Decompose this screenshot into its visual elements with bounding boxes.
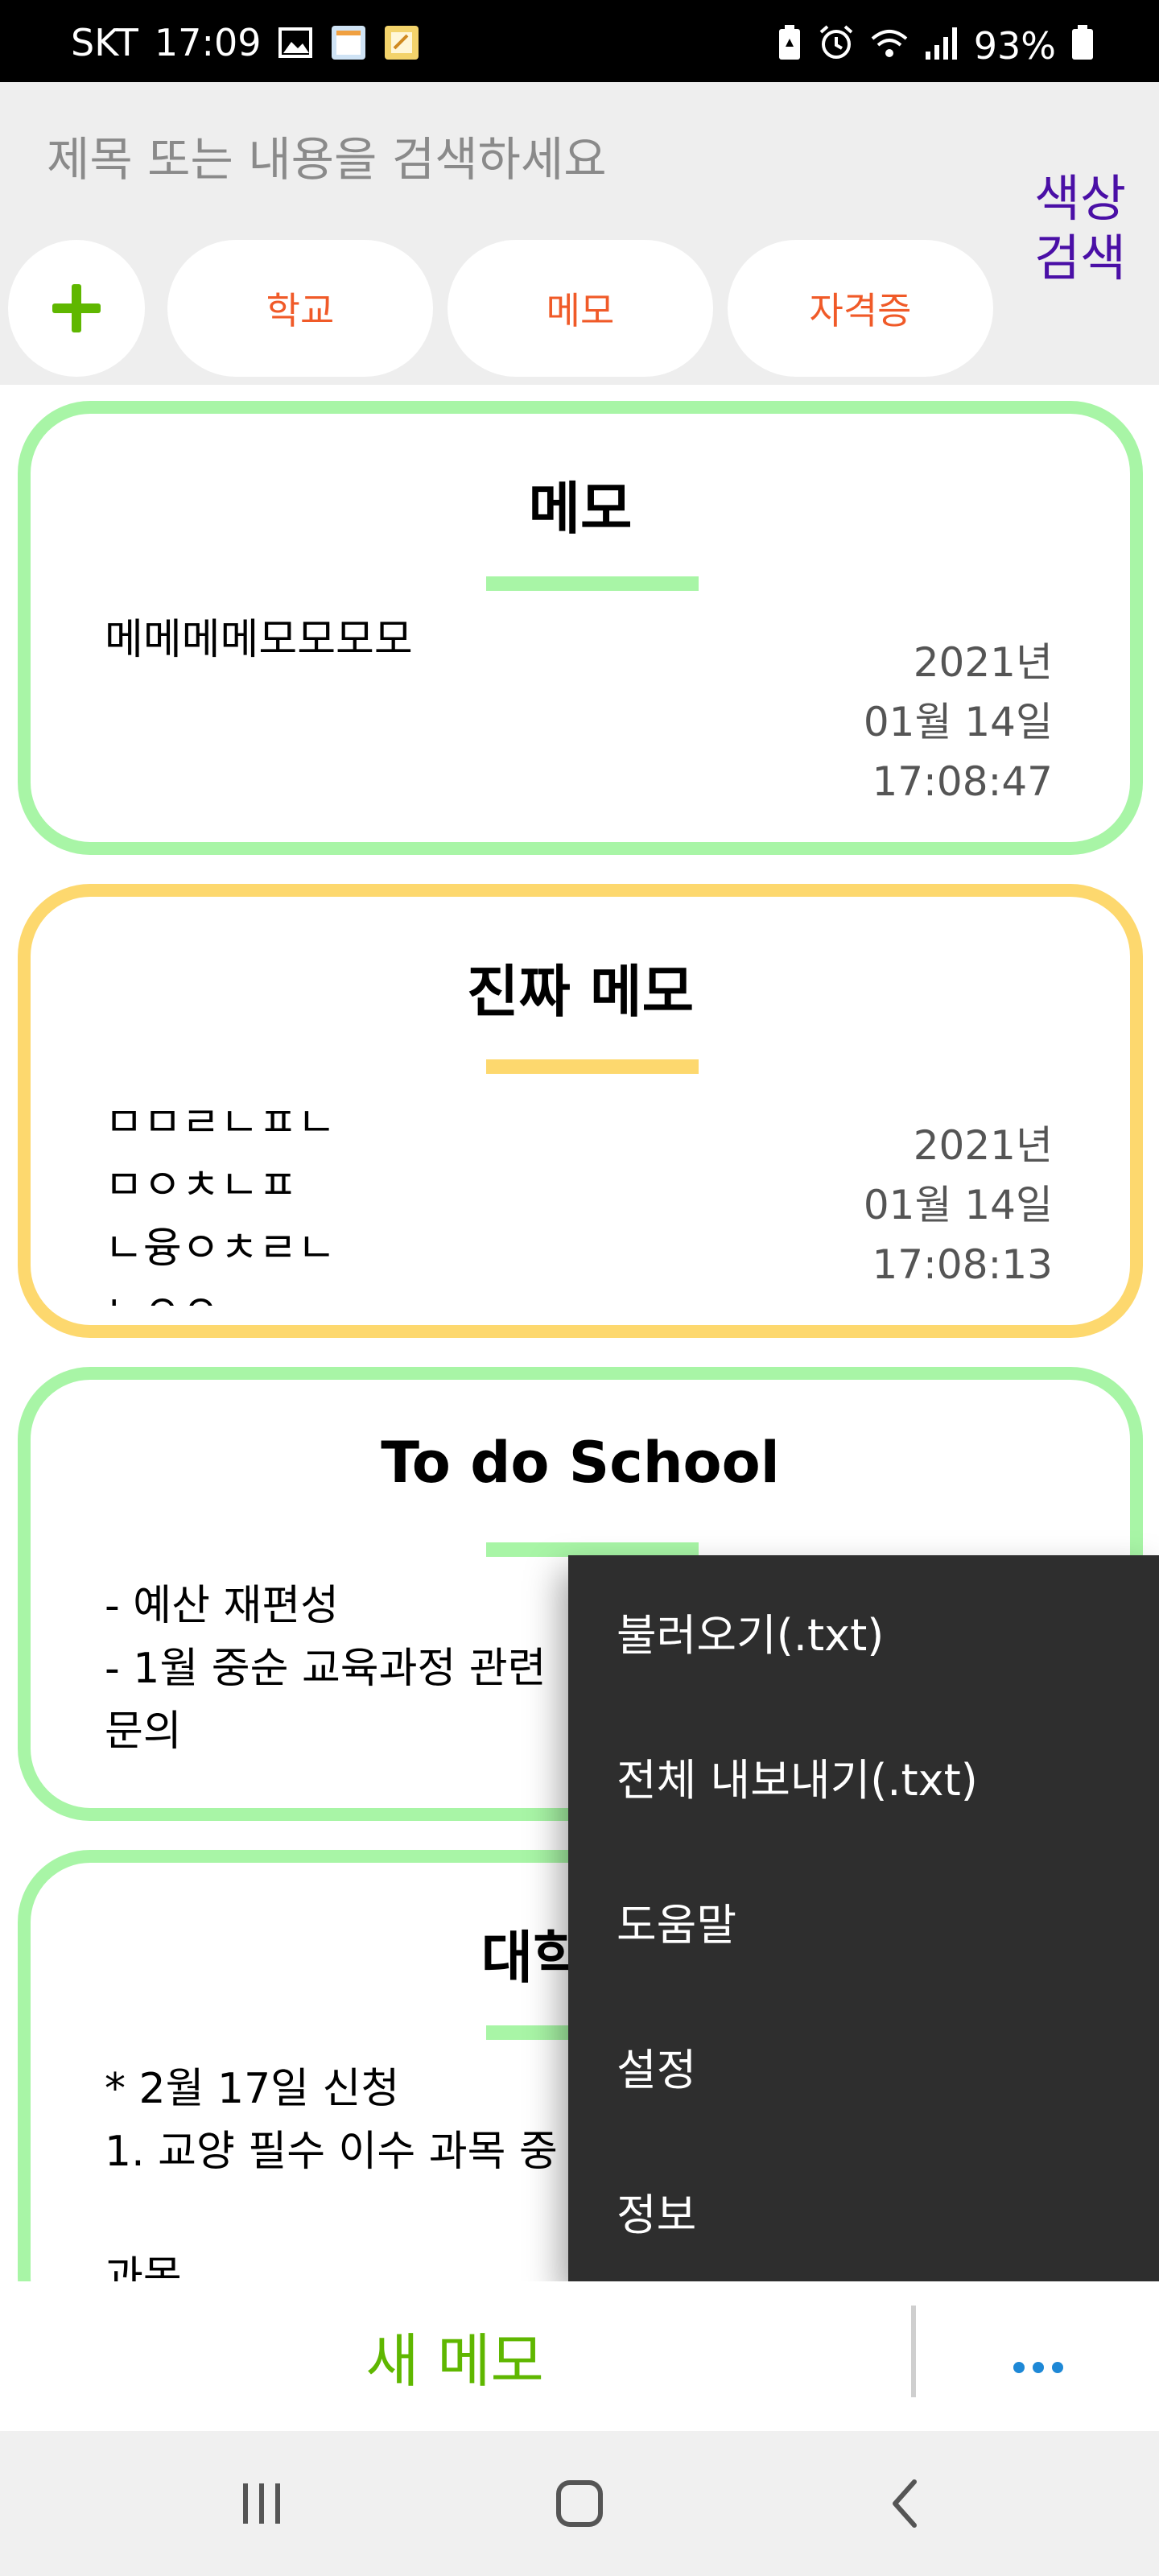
color-search-button[interactable]: 색상 검색 xyxy=(1016,169,1145,288)
category-chip-label: 자격증 xyxy=(809,289,912,332)
signal-icon xyxy=(924,24,959,67)
search-header: 색상 검색 학교 메모 자격증 xyxy=(0,82,1159,385)
memo-card[interactable]: 메모 메메메메모모모모 2021년 01월 14일 17:08:47 xyxy=(18,401,1143,855)
more-dot xyxy=(1033,2362,1044,2373)
wifi-icon xyxy=(869,24,909,67)
new-memo-button[interactable]: 새 메모 xyxy=(0,2314,909,2398)
battery-icon xyxy=(1070,24,1095,67)
status-bar: SKT 17:09 93% xyxy=(0,0,1159,82)
plus-icon xyxy=(52,284,101,332)
menu-item-help[interactable]: 도움말 xyxy=(568,1848,1159,1993)
memo-body: ㅁㅁㄹㄴㅍㄴ ㅁㅇㅊㄴㅍ ㄴ융ㅇㅊㄹㄴ ㄴㅇㅇ xyxy=(105,1099,336,1306)
bottom-divider xyxy=(911,2306,916,2397)
more-dot xyxy=(1052,2362,1063,2373)
menu-item-info[interactable]: 정보 xyxy=(568,2138,1159,2283)
color-search-label-line2: 검색 xyxy=(1033,229,1127,287)
category-chip[interactable]: 메모 xyxy=(448,240,713,377)
image-icon xyxy=(277,24,314,61)
more-dots-icon[interactable] xyxy=(998,2306,1079,2386)
battery-saver-icon xyxy=(776,24,803,67)
memo-title-underline xyxy=(486,576,699,591)
menu-item-import-txt[interactable]: 불러오기(.txt) xyxy=(568,1558,1159,1703)
memo-app-icon xyxy=(383,24,420,61)
category-chip[interactable]: 자격증 xyxy=(728,240,993,377)
bottom-action-bar: 새 메모 xyxy=(0,2281,1159,2431)
overflow-menu: 불러오기(.txt) 전체 내보내기(.txt) 도움말 설정 정보 xyxy=(568,1555,1159,2283)
memo-title: 진짜 메모 xyxy=(467,959,694,1025)
menu-item-export-all-txt[interactable]: 전체 내보내기(.txt) xyxy=(568,1703,1159,1848)
calendar-icon xyxy=(330,24,367,61)
category-chip-label: 메모 xyxy=(546,289,615,332)
memo-date: 2021년 01월 14일 17:08:47 xyxy=(863,639,1053,805)
more-dot xyxy=(1013,2362,1025,2373)
memo-title-underline xyxy=(486,1059,699,1074)
memo-date: 2021년 01월 14일 17:08:13 xyxy=(863,1122,1053,1288)
home-icon[interactable] xyxy=(535,2463,624,2544)
status-right: 93% xyxy=(776,24,1095,67)
memo-title: To do School xyxy=(381,1430,780,1496)
add-category-button[interactable] xyxy=(8,240,145,377)
alarm-icon xyxy=(818,24,855,67)
battery-percent: 93% xyxy=(973,23,1056,68)
memo-card[interactable]: 진짜 메모 ㅁㅁㄹㄴㅍㄴ ㅁㅇㅊㄴㅍ ㄴ융ㅇㅊㄹㄴ ㄴㅇㅇ 2021년 01월 … xyxy=(18,884,1143,1338)
back-icon[interactable] xyxy=(861,2463,950,2544)
status-time: 17:09 xyxy=(154,21,262,64)
memo-body: 메메메메모모모모 xyxy=(105,616,413,664)
category-chip[interactable]: 학교 xyxy=(167,240,433,377)
memo-title: 메모 xyxy=(528,476,633,542)
category-chip-label: 학교 xyxy=(266,289,335,332)
status-left: SKT 17:09 xyxy=(71,24,420,61)
recent-apps-icon[interactable] xyxy=(217,2463,306,2544)
search-input[interactable] xyxy=(47,127,972,192)
menu-item-settings[interactable]: 설정 xyxy=(568,1993,1159,2138)
carrier-label: SKT xyxy=(71,21,138,64)
navigation-bar xyxy=(0,2431,1159,2576)
color-search-label-line1: 색상 xyxy=(1033,169,1127,228)
